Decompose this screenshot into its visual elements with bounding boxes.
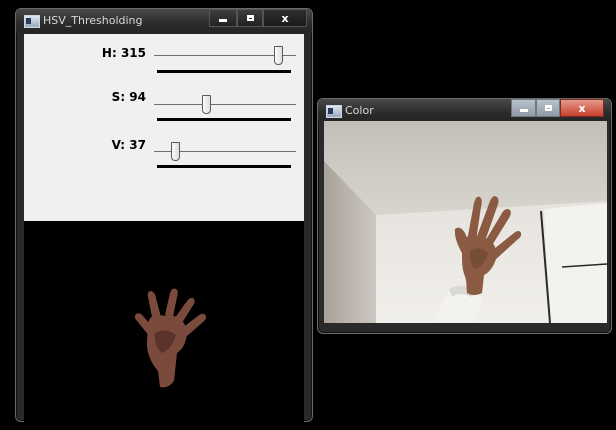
titlebar[interactable]: Color x [318, 99, 611, 121]
window-icon [24, 15, 40, 28]
trackbar-v-bar [157, 165, 291, 168]
window-title: HSV_Thresholding [43, 14, 143, 27]
threshold-image-view [24, 221, 304, 424]
maximize-button[interactable] [536, 99, 560, 117]
titlebar[interactable]: HSV_Thresholding x [16, 9, 312, 33]
minimize-button[interactable] [511, 99, 536, 117]
trackbar-h-bar [157, 70, 291, 73]
window-title: Color [345, 104, 374, 117]
trackbar-panel: H: 315 S: 94 V: 37 [24, 34, 304, 221]
window-controls: x [209, 9, 307, 27]
minimize-icon [519, 108, 528, 112]
window-icon [326, 105, 342, 118]
minimize-button[interactable] [209, 9, 237, 27]
close-icon: x [281, 11, 289, 25]
trackbar-h-thumb[interactable] [274, 46, 284, 65]
trackbar-s-bar [157, 118, 291, 121]
camera-frame-image [324, 121, 607, 323]
maximize-button[interactable] [237, 9, 263, 27]
camera-color-view [324, 121, 607, 323]
maximize-icon [246, 15, 254, 21]
close-button[interactable]: x [560, 99, 604, 117]
trackbar-s-label: S: 94 [111, 90, 146, 104]
trackbar-s-thumb[interactable] [202, 95, 212, 114]
masked-hand-image [134, 288, 207, 388]
color-window[interactable]: Color x [317, 98, 612, 334]
trackbar-v-label: V: 37 [111, 138, 146, 152]
hsv-thresholding-window[interactable]: HSV_Thresholding x H: 315 S: 94 V: 37 [15, 8, 313, 424]
window-controls: x [511, 99, 604, 117]
minimize-icon [219, 18, 227, 22]
trackbar-h-label: H: 315 [101, 46, 146, 60]
trackbar-s-track[interactable] [154, 104, 296, 105]
trackbar-v-thumb[interactable] [170, 142, 180, 161]
close-icon: x [578, 101, 586, 115]
maximize-icon [544, 105, 552, 111]
close-button[interactable]: x [263, 9, 307, 27]
